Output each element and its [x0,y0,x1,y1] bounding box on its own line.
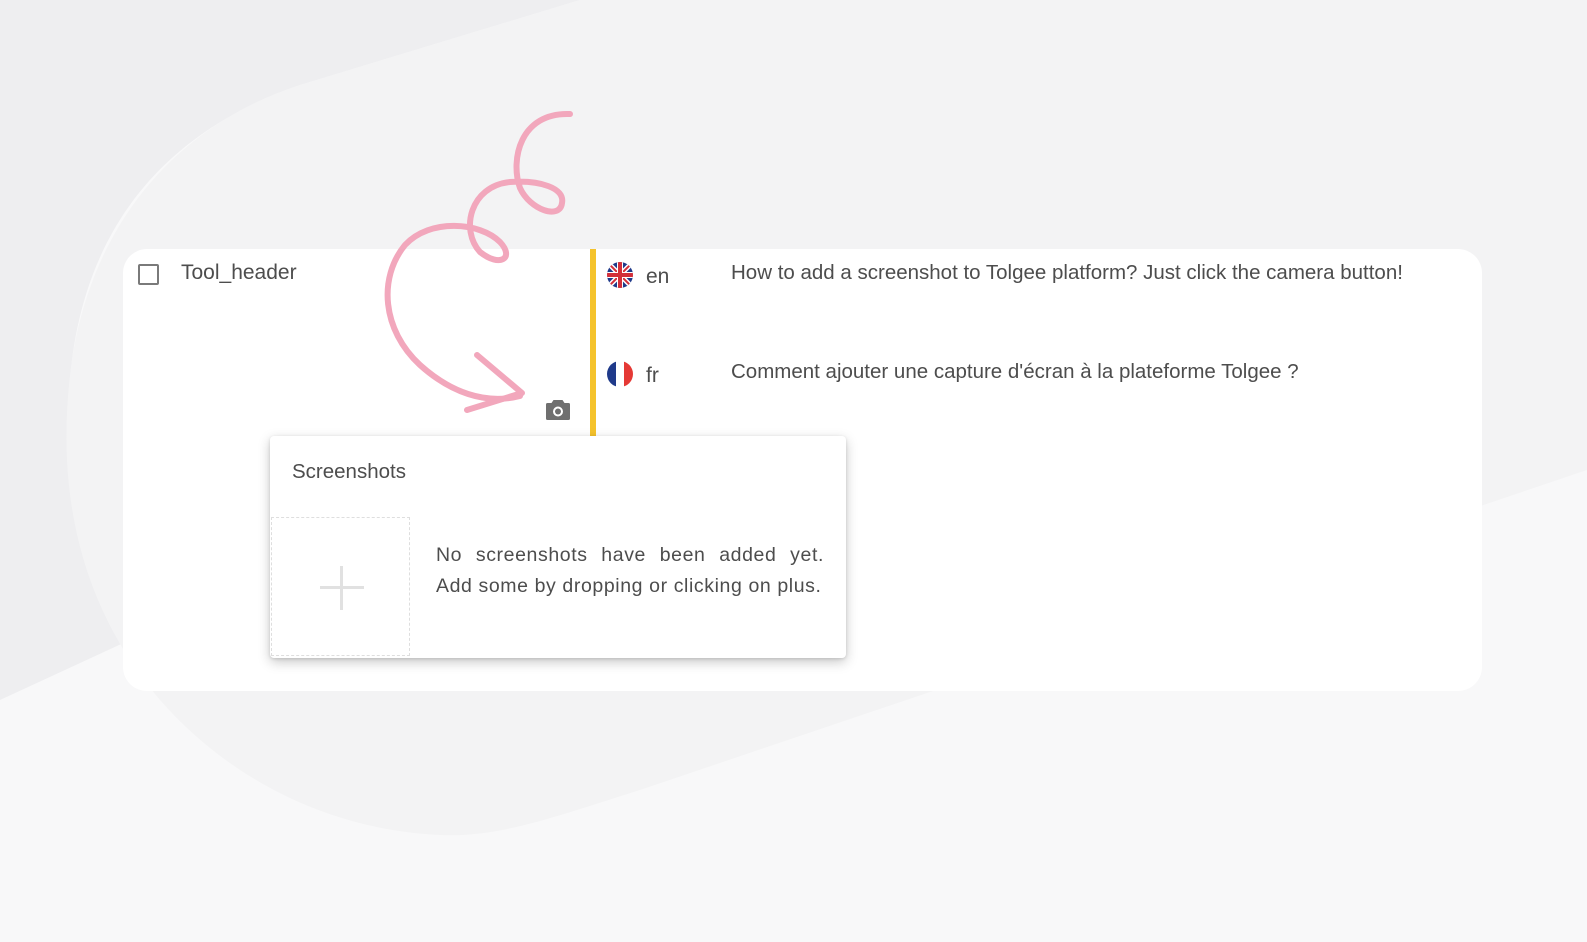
screenshots-popover: Screenshots No screenshots have been add… [270,436,846,658]
popover-title: Screenshots [292,460,406,483]
translation-text-en[interactable]: How to add a screenshot to Tolgee platfo… [731,261,1403,285]
translation-state-indicator [590,249,596,436]
screenshots-camera-button[interactable] [544,397,572,423]
empty-screenshots-message: No screenshots have been added yet. Add … [436,544,824,597]
camera-icon [546,400,570,420]
language-code-en: en [646,265,670,288]
translation-text-fr[interactable]: Comment ajouter une capture d'écran à la… [731,360,1299,384]
uk-flag-icon [607,262,633,288]
add-screenshot-dropzone[interactable] [271,517,410,656]
language-code-fr: fr [646,364,659,387]
plus-icon [320,566,364,610]
france-flag-icon [607,361,633,387]
key-name: Tool_header [181,261,297,284]
row-checkbox[interactable] [138,264,159,285]
